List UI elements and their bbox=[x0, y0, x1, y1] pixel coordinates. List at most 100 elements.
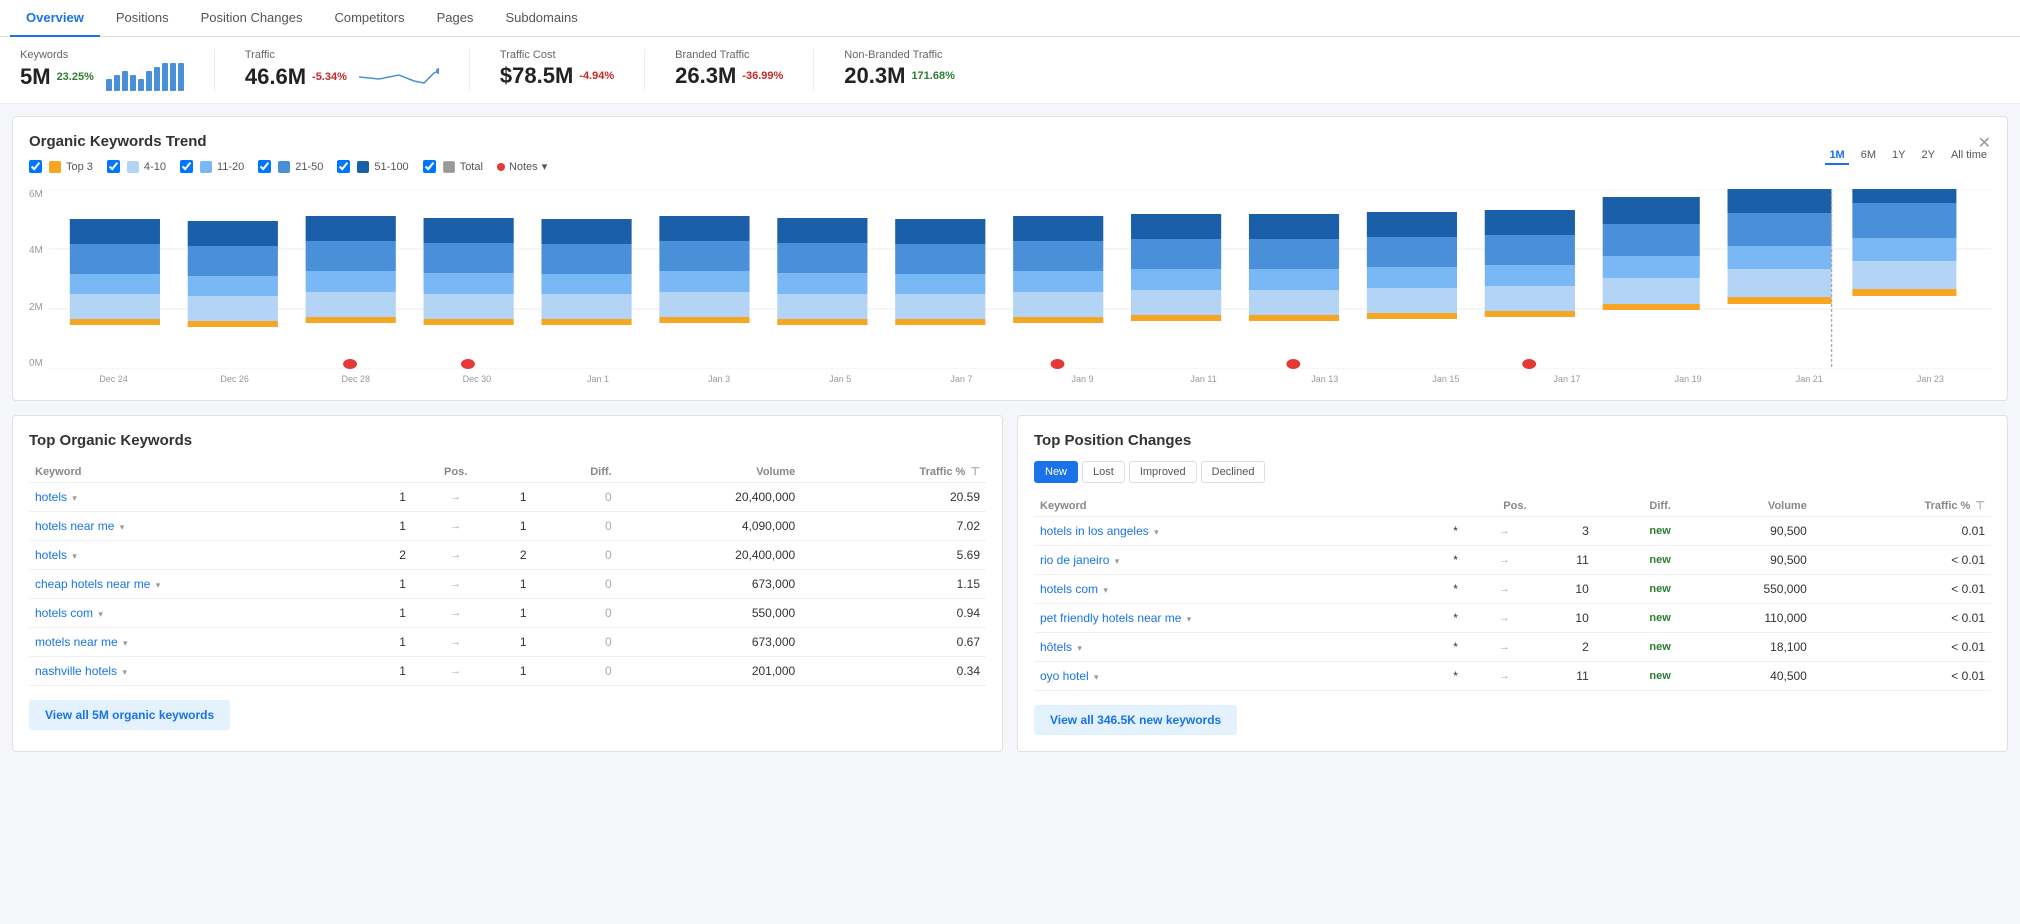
chevron-down-icon[interactable]: ▾ bbox=[98, 609, 103, 619]
legend-51100-checkbox[interactable] bbox=[337, 160, 350, 173]
tab-position-changes[interactable]: Position Changes bbox=[185, 0, 319, 37]
tab-subdomains[interactable]: Subdomains bbox=[489, 0, 593, 37]
tab-competitors[interactable]: Competitors bbox=[318, 0, 420, 37]
position-changes-title: Top Position Changes bbox=[1034, 432, 1991, 449]
pc-keyword-link[interactable]: oyo hotel bbox=[1040, 669, 1089, 683]
keyword-link[interactable]: nashville hotels bbox=[35, 664, 117, 678]
keyword-link[interactable]: hotels bbox=[35, 490, 67, 504]
position-changes-table: Keyword Pos. Diff. Volume Traffic % ⊤ ho… bbox=[1034, 495, 1991, 691]
kw-volume: 20,400,000 bbox=[618, 541, 802, 570]
metric-non-branded-value: 20.3M 171.68% bbox=[844, 63, 955, 89]
pc-pos-from: * bbox=[1435, 575, 1476, 604]
legend-total[interactable]: Total bbox=[423, 160, 483, 173]
kw-pos-from: 1 bbox=[379, 512, 427, 541]
filter-icon[interactable]: ⊤ bbox=[970, 466, 980, 478]
kw-traffic-pct: 0.67 bbox=[801, 628, 986, 657]
legend-top3-checkbox[interactable] bbox=[29, 160, 42, 173]
metric-keywords: Keywords 5M 23.25% bbox=[20, 49, 215, 91]
chevron-down-icon[interactable]: ▾ bbox=[1094, 672, 1099, 682]
time-btn-2y[interactable]: 2Y bbox=[1917, 147, 1938, 165]
chevron-down-icon[interactable]: ▾ bbox=[1154, 527, 1159, 537]
tab-positions[interactable]: Positions bbox=[100, 0, 185, 37]
chevron-down-icon[interactable]: ▾ bbox=[122, 667, 127, 677]
filter-new[interactable]: New bbox=[1034, 461, 1078, 483]
chevron-down-icon[interactable]: ▾ bbox=[1187, 614, 1192, 624]
pc-keyword-link[interactable]: rio de janeiro bbox=[1040, 553, 1109, 567]
pc-keyword-cell: rio de janeiro ▾ bbox=[1034, 546, 1435, 575]
chevron-down-icon: ▾ bbox=[542, 160, 548, 173]
position-change-row: rio de janeiro ▾ * → 11 new 90,500 < 0.0… bbox=[1034, 546, 1991, 575]
chevron-down-icon[interactable]: ▾ bbox=[72, 493, 77, 503]
chevron-down-icon[interactable]: ▾ bbox=[120, 522, 125, 532]
chevron-down-icon[interactable]: ▾ bbox=[123, 638, 128, 648]
position-filter: New Lost Improved Declined bbox=[1034, 461, 1991, 483]
pc-diff: new bbox=[1595, 633, 1677, 662]
kw-traffic-pct: 5.69 bbox=[801, 541, 986, 570]
pc-arrow-icon: → bbox=[1476, 633, 1532, 662]
kw-traffic-pct: 7.02 bbox=[801, 512, 986, 541]
notes-button[interactable]: Notes ▾ bbox=[497, 160, 547, 173]
legend-410-checkbox[interactable] bbox=[107, 160, 120, 173]
kw-pos-to: 1 bbox=[485, 657, 533, 686]
kw-keyword-cell: nashville hotels ▾ bbox=[29, 657, 379, 686]
pc-pos-from: * bbox=[1435, 517, 1476, 546]
time-btn-1y[interactable]: 1Y bbox=[1888, 147, 1909, 165]
pc-filter-icon[interactable]: ⊤ bbox=[1975, 500, 1985, 512]
position-changes-panel: Top Position Changes New Lost Improved D… bbox=[1017, 415, 2008, 752]
keyword-link[interactable]: hotels com bbox=[35, 606, 93, 620]
chart-area: 6M 4M 2M 0M bbox=[29, 189, 1991, 384]
kw-pos-to: 1 bbox=[485, 570, 533, 599]
legend-2150[interactable]: 21-50 bbox=[258, 160, 323, 173]
metric-branded-label: Branded Traffic bbox=[675, 49, 783, 61]
chevron-down-icon[interactable]: ▾ bbox=[156, 580, 161, 590]
filter-declined[interactable]: Declined bbox=[1201, 461, 1266, 483]
view-all-position-changes-button[interactable]: View all 346.5K new keywords bbox=[1034, 705, 1237, 735]
tabs-bar: Overview Positions Position Changes Comp… bbox=[0, 0, 2020, 37]
filter-lost[interactable]: Lost bbox=[1082, 461, 1125, 483]
chevron-down-icon[interactable]: ▾ bbox=[1103, 585, 1108, 595]
keyword-link[interactable]: motels near me bbox=[35, 635, 118, 649]
kw-traffic-pct: 0.94 bbox=[801, 599, 986, 628]
legend-top3-dot bbox=[49, 161, 61, 173]
keywords-table-body: hotels ▾ 1 → 1 0 20,400,000 20.59 hotels… bbox=[29, 483, 986, 686]
pc-volume: 18,100 bbox=[1677, 633, 1813, 662]
time-btn-6m[interactable]: 6M bbox=[1857, 147, 1880, 165]
legend-2150-checkbox[interactable] bbox=[258, 160, 271, 173]
chart-card: ✕ Organic Keywords Trend Top 3 4-10 11-2… bbox=[12, 116, 2008, 401]
tab-overview[interactable]: Overview bbox=[10, 0, 100, 37]
keyword-row: hotels ▾ 1 → 1 0 20,400,000 20.59 bbox=[29, 483, 986, 512]
filter-improved[interactable]: Improved bbox=[1129, 461, 1197, 483]
pc-keyword-link[interactable]: hotels in los angeles bbox=[1040, 524, 1149, 538]
keywords-table: Keyword Pos. Diff. Volume Traffic % ⊤ ho… bbox=[29, 461, 986, 686]
legend-1120[interactable]: 11-20 bbox=[180, 160, 244, 173]
chart-svg bbox=[49, 189, 1991, 369]
legend-410-dot bbox=[127, 161, 139, 173]
legend-410[interactable]: 4-10 bbox=[107, 160, 166, 173]
chevron-down-icon[interactable]: ▾ bbox=[1077, 643, 1082, 653]
pc-keyword-link[interactable]: hôtels bbox=[1040, 640, 1072, 654]
time-btn-1m[interactable]: 1M bbox=[1825, 147, 1848, 165]
pc-keyword-link[interactable]: hotels com bbox=[1040, 582, 1098, 596]
pc-diff: new bbox=[1595, 604, 1677, 633]
time-btn-alltime[interactable]: All time bbox=[1947, 147, 1991, 165]
metric-keywords-label: Keywords bbox=[20, 49, 184, 61]
legend-1120-checkbox[interactable] bbox=[180, 160, 193, 173]
tab-pages[interactable]: Pages bbox=[421, 0, 490, 37]
arrow-icon: → bbox=[426, 599, 485, 628]
position-change-row: pet friendly hotels near me ▾ * → 10 new… bbox=[1034, 604, 1991, 633]
keyword-link[interactable]: cheap hotels near me bbox=[35, 577, 150, 591]
kw-diff: 0 bbox=[533, 570, 618, 599]
keyword-row: hotels ▾ 2 → 2 0 20,400,000 5.69 bbox=[29, 541, 986, 570]
keyword-link[interactable]: hotels near me bbox=[35, 519, 114, 533]
legend-top3[interactable]: Top 3 bbox=[29, 160, 93, 173]
keyword-link[interactable]: hotels bbox=[35, 548, 67, 562]
kw-pos-from: 1 bbox=[379, 570, 427, 599]
pc-pos-to: 11 bbox=[1532, 662, 1594, 691]
pc-keyword-link[interactable]: pet friendly hotels near me bbox=[1040, 611, 1181, 625]
view-all-keywords-button[interactable]: View all 5M organic keywords bbox=[29, 700, 230, 730]
chevron-down-icon[interactable]: ▾ bbox=[1115, 556, 1120, 566]
legend-total-checkbox[interactable] bbox=[423, 160, 436, 173]
legend-51100[interactable]: 51-100 bbox=[337, 160, 408, 173]
pc-keyword-cell: hotels in los angeles ▾ bbox=[1034, 517, 1435, 546]
chevron-down-icon[interactable]: ▾ bbox=[72, 551, 77, 561]
